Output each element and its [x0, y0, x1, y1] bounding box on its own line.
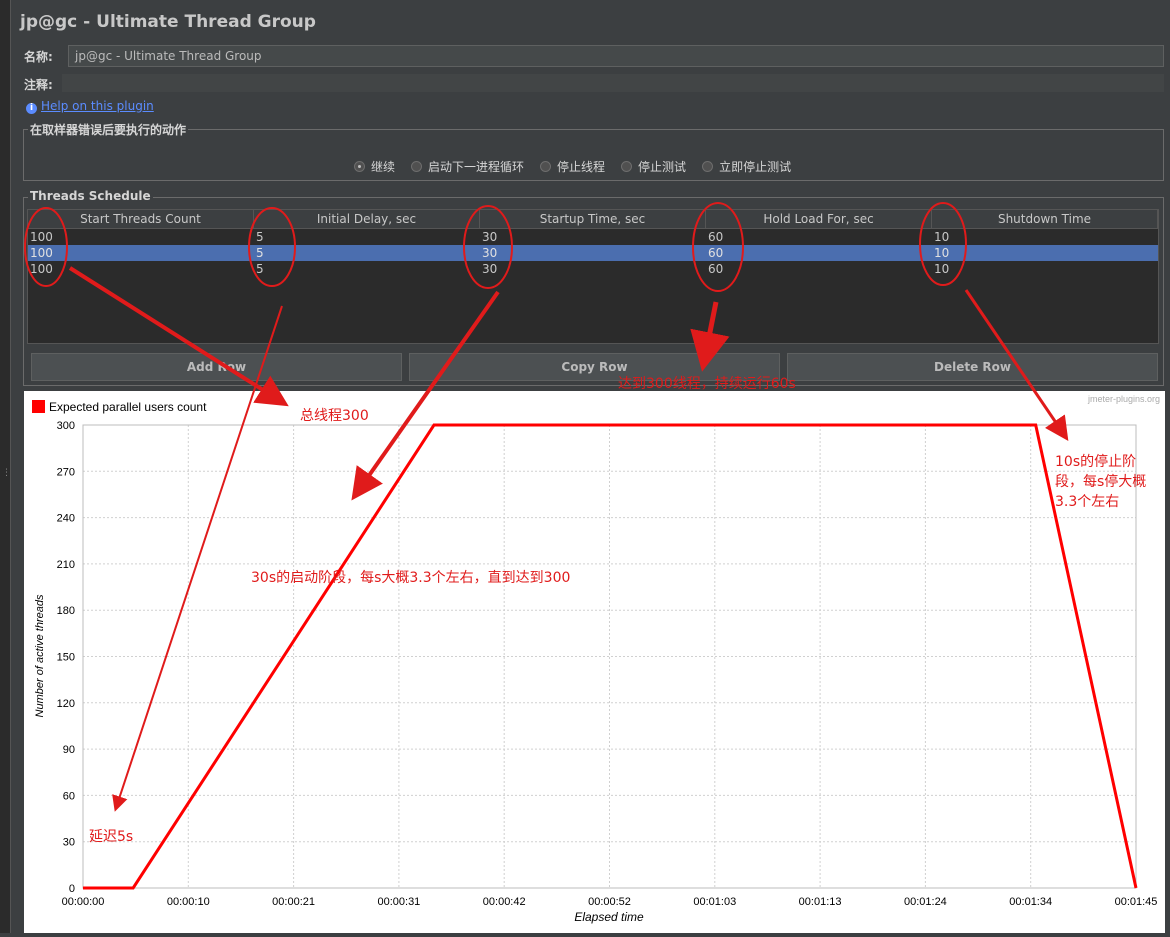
y-tick-label: 120: [57, 698, 75, 710]
radio-continue[interactable]: 继续: [354, 158, 395, 175]
radio-icon: [411, 161, 423, 172]
threads-schedule-title: Threads Schedule: [28, 189, 153, 203]
radio-icon: [621, 161, 633, 172]
radio-icon: [540, 161, 552, 172]
left-splitter[interactable]: ⋮: [0, 0, 11, 933]
table-cell[interactable]: 10: [932, 261, 1158, 277]
table-row-selected[interactable]: 100 5 30 60 10: [28, 245, 1158, 261]
table-cell[interactable]: 5: [254, 261, 480, 277]
radio-stop-test[interactable]: 停止测试: [621, 158, 686, 175]
chart-svg: Expected parallel users count jmeter-plu…: [32, 394, 1160, 924]
legend-label: Expected parallel users count: [49, 400, 207, 414]
table-cell[interactable]: 5: [254, 245, 480, 261]
x-tick-label: 00:00:42: [483, 896, 526, 908]
x-tick-label: 00:01:13: [799, 896, 842, 908]
error-action-options: 继续 启动下一进程循环 停止线程 停止测试 立即停止测试: [354, 158, 791, 175]
splitter-grip-icon: ⋮: [2, 468, 11, 478]
error-action-title: 在取样器错误后要执行的动作: [28, 121, 189, 138]
radio-stop-test-now[interactable]: 立即停止测试: [702, 158, 791, 175]
annotation-shutdown-line1: 10s的停止阶: [1055, 454, 1137, 470]
column-header[interactable]: Start Threads Count: [28, 210, 254, 228]
y-axis-ticks: 3002702402101801501209060300: [57, 420, 75, 895]
annotation-startup: 30s的启动阶段，每s大概3.3个左右，直到达到300: [251, 570, 571, 586]
radio-label: 停止线程: [557, 160, 606, 174]
table-cell[interactable]: 10: [932, 245, 1158, 261]
x-tick-label: 00:00:00: [62, 896, 105, 908]
chart-grid: [82, 424, 1137, 889]
comments-label: 注释:: [24, 78, 53, 92]
annotation-shutdown-line2: 段，每s停大概: [1055, 474, 1147, 490]
x-axis-label: Elapsed time: [574, 910, 644, 924]
radio-icon: [702, 161, 714, 172]
table-header: Start Threads Count Initial Delay, sec S…: [28, 210, 1158, 229]
x-tick-label: 00:00:10: [167, 896, 210, 908]
table-cell[interactable]: 100: [28, 229, 254, 245]
column-header[interactable]: Initial Delay, sec: [254, 210, 480, 228]
table-cell[interactable]: 30: [480, 229, 706, 245]
radio-label: 立即停止测试: [719, 160, 792, 174]
y-tick-label: 180: [57, 605, 75, 617]
error-action-group: 在取样器错误后要执行的动作 继续 启动下一进程循环 停止线程 停止测试 立即停止…: [23, 121, 1164, 181]
column-header[interactable]: Shutdown Time: [932, 210, 1158, 228]
table-cell[interactable]: 30: [480, 261, 706, 277]
y-tick-label: 90: [63, 744, 75, 756]
radio-label: 停止测试: [638, 160, 687, 174]
y-tick-label: 0: [69, 883, 75, 895]
table-cell[interactable]: 100: [28, 245, 254, 261]
legend-swatch: [32, 400, 45, 413]
radio-label: 启动下一进程循环: [428, 160, 525, 174]
help-link[interactable]: Help on this plugin: [41, 99, 154, 113]
y-tick-label: 150: [57, 652, 75, 664]
table-row[interactable]: 100 5 30 60 10: [28, 261, 1158, 277]
annotation-total-threads: 总线程300: [300, 408, 369, 424]
expected-users-chart: Expected parallel users count jmeter-plu…: [24, 391, 1165, 933]
schedule-table[interactable]: Start Threads Count Initial Delay, sec S…: [27, 209, 1159, 344]
x-tick-label: 00:00:52: [588, 896, 631, 908]
x-axis-ticks: 00:00:00 00:00:10 00:00:21 00:00:31 00:00:42…: [62, 896, 1158, 908]
column-header[interactable]: Hold Load For, sec: [706, 210, 932, 228]
table-cell[interactable]: 10: [932, 229, 1158, 245]
annotation-delay: 延迟5s: [89, 829, 134, 845]
name-label: 名称:: [24, 50, 53, 64]
y-tick-label: 300: [57, 420, 75, 432]
y-tick-label: 270: [57, 466, 75, 478]
x-tick-label: 00:01:24: [904, 896, 947, 908]
name-input[interactable]: jp@gc - Ultimate Thread Group: [68, 45, 1164, 67]
info-icon: i: [26, 103, 37, 114]
watermark: jmeter-plugins.org: [1087, 394, 1160, 404]
x-tick-label: 00:00:21: [272, 896, 315, 908]
radio-start-next-loop[interactable]: 启动下一进程循环: [411, 158, 524, 175]
table-cell[interactable]: 100: [28, 261, 254, 277]
radio-stop-thread[interactable]: 停止线程: [540, 158, 605, 175]
table-cell[interactable]: 5: [254, 229, 480, 245]
column-header[interactable]: Startup Time, sec: [480, 210, 706, 228]
table-cell[interactable]: 30: [480, 245, 706, 261]
radio-selected-icon: [354, 161, 365, 172]
table-row[interactable]: 100 5 30 60 10: [28, 229, 1158, 245]
x-tick-label: 00:01:03: [693, 896, 736, 908]
x-tick-label: 00:01:34: [1009, 896, 1052, 908]
x-tick-label: 00:00:31: [377, 896, 420, 908]
y-tick-label: 240: [57, 513, 75, 525]
help-row: i Help on this plugin: [26, 99, 154, 114]
comments-input[interactable]: [62, 74, 1164, 92]
add-row-button[interactable]: Add Row: [31, 353, 402, 381]
table-cell[interactable]: 60: [706, 261, 932, 277]
y-axis-label: Number of active threads: [34, 594, 46, 717]
y-tick-label: 210: [57, 559, 75, 571]
panel-title: jp@gc - Ultimate Thread Group: [20, 12, 316, 32]
table-cell[interactable]: 60: [706, 245, 932, 261]
x-tick-label: 00:01:45: [1115, 896, 1158, 908]
table-cell[interactable]: 60: [706, 229, 932, 245]
annotation-shutdown-line3: 3.3个左右: [1055, 494, 1120, 510]
y-tick-label: 30: [63, 837, 75, 849]
radio-label: 继续: [371, 160, 396, 174]
annotation-hold-load: 达到300线程，持续运行60s: [618, 376, 796, 392]
y-tick-label: 60: [63, 790, 75, 802]
delete-row-button[interactable]: Delete Row: [787, 353, 1158, 381]
